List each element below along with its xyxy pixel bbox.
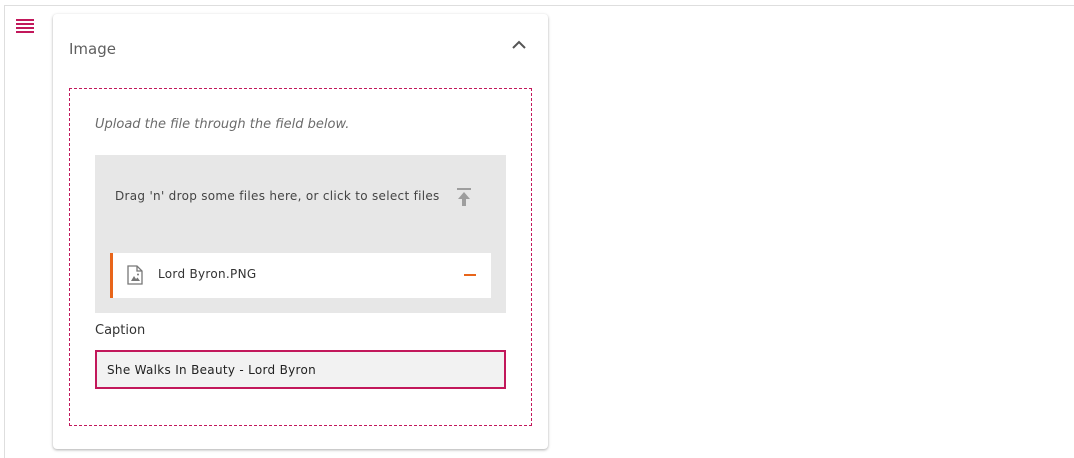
image-section-card: Image Upload the file through the field … bbox=[53, 14, 548, 449]
file-name: Lord Byron.PNG bbox=[158, 267, 257, 281]
chevron-up-icon[interactable] bbox=[511, 38, 527, 52]
uploaded-file-row: Lord Byron.PNG bbox=[110, 253, 491, 298]
remove-file-button[interactable] bbox=[463, 267, 479, 283]
upload-instructions: Upload the file through the field below. bbox=[95, 117, 350, 132]
dropzone-text: Drag 'n' drop some files here, or click … bbox=[115, 189, 440, 203]
caption-label: Caption bbox=[95, 323, 146, 338]
minus-icon bbox=[464, 274, 476, 276]
file-dropzone[interactable]: Drag 'n' drop some files here, or click … bbox=[95, 155, 506, 313]
caption-input[interactable] bbox=[95, 350, 506, 389]
drag-handle-icon[interactable] bbox=[16, 19, 34, 33]
image-section-header[interactable]: Image bbox=[53, 14, 548, 84]
upload-icon bbox=[457, 188, 471, 206]
image-file-icon bbox=[127, 265, 143, 285]
section-title: Image bbox=[69, 40, 116, 58]
